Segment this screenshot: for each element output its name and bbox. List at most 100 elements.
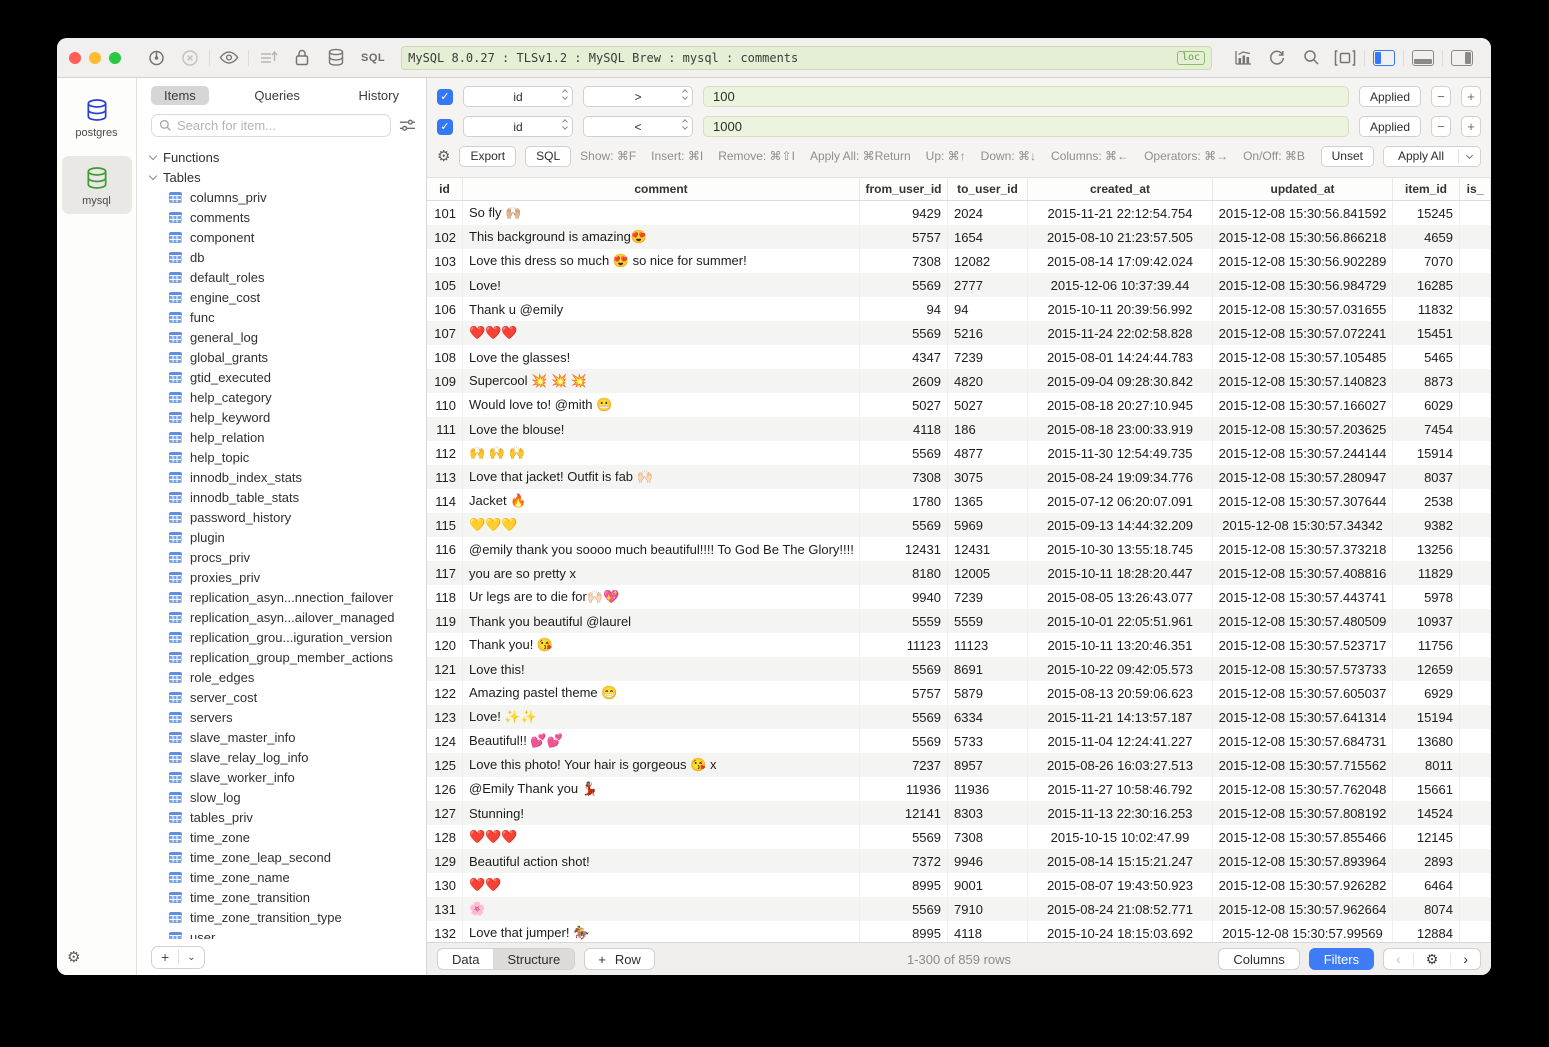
cell[interactable]: Stunning! xyxy=(463,801,860,825)
cell[interactable]: 119 xyxy=(427,609,463,633)
table-row[interactable]: 129Beautiful action shot!737299462015-08… xyxy=(427,849,1491,873)
cell[interactable]: 2015-12-08 15:30:57.203625 xyxy=(1213,417,1393,441)
cell[interactable]: 116 xyxy=(427,537,463,561)
table-row[interactable]: 112🙌 🙌 🙌556948772015-11-30 12:54:49.7352… xyxy=(427,441,1491,465)
tree-group-functions[interactable]: Functions xyxy=(147,147,426,167)
cell[interactable]: 6929 xyxy=(1393,681,1460,705)
cell[interactable]: 2015-11-21 14:13:57.187 xyxy=(1028,705,1213,729)
cell[interactable]: 124 xyxy=(427,729,463,753)
table-row[interactable]: 102This background is amazing😍5757165420… xyxy=(427,225,1491,249)
remove-filter-button[interactable]: − xyxy=(1431,86,1451,107)
tab-items[interactable]: Items xyxy=(151,86,209,105)
cell[interactable]: 9382 xyxy=(1393,513,1460,537)
sidebar-table-item[interactable]: server_cost xyxy=(147,687,426,707)
cell[interactable]: ❤️❤️ xyxy=(463,873,860,897)
sidebar-table-item[interactable]: time_zone_transition_type xyxy=(147,907,426,927)
add-row-button[interactable]: + Row xyxy=(584,948,655,970)
cell[interactable]: 2538 xyxy=(1393,489,1460,513)
filter-column-select[interactable]: id xyxy=(463,86,573,107)
cell[interactable] xyxy=(1460,633,1491,657)
cell[interactable]: 7308 xyxy=(860,249,948,273)
cell[interactable]: 8074 xyxy=(1393,897,1460,921)
table-row[interactable]: 103Love this dress so much 😍 so nice for… xyxy=(427,249,1491,273)
sidebar-table-item[interactable]: component xyxy=(147,227,426,247)
cell[interactable]: 8873 xyxy=(1393,369,1460,393)
table-row[interactable]: 110Would love to! @mith 😬502750272015-08… xyxy=(427,393,1491,417)
cell[interactable]: 15194 xyxy=(1393,705,1460,729)
cell[interactable]: Thank u @emily xyxy=(463,297,860,321)
cell[interactable] xyxy=(1460,681,1491,705)
cell[interactable]: 5027 xyxy=(860,393,948,417)
cell[interactable]: 2777 xyxy=(948,273,1028,297)
cell[interactable]: 7070 xyxy=(1393,249,1460,273)
cell[interactable]: 8995 xyxy=(860,921,948,942)
cell[interactable]: Love that jacket! Outfit is fab 🙌🏻 xyxy=(463,465,860,489)
cell[interactable]: 🙌 🙌 🙌 xyxy=(463,441,860,465)
table-row[interactable]: 126@Emily Thank you 💃🏽11936119362015-11-… xyxy=(427,777,1491,801)
cell[interactable]: 2015-12-08 15:30:57.443741 xyxy=(1213,585,1393,609)
cell[interactable]: 12082 xyxy=(948,249,1028,273)
cell[interactable]: 10937 xyxy=(1393,609,1460,633)
refresh-icon[interactable] xyxy=(1260,47,1294,69)
cell[interactable]: 114 xyxy=(427,489,463,513)
cell[interactable]: 2015-12-08 15:30:57.244144 xyxy=(1213,441,1393,465)
cell[interactable]: 8691 xyxy=(948,657,1028,681)
table-row[interactable]: 122Amazing pastel theme 😁575758792015-08… xyxy=(427,681,1491,705)
toggle-left-panel-icon[interactable] xyxy=(1367,47,1401,69)
sidebar-table-item[interactable]: plugin xyxy=(147,527,426,547)
cell[interactable]: 129 xyxy=(427,849,463,873)
filter-applied-button[interactable]: Applied xyxy=(1359,86,1421,107)
cell[interactable]: Love this dress so much 😍 so nice for su… xyxy=(463,249,860,273)
cell[interactable]: 2015-12-08 15:30:57.715562 xyxy=(1213,753,1393,777)
cell[interactable]: 5569 xyxy=(860,705,948,729)
cell[interactable]: 127 xyxy=(427,801,463,825)
cell[interactable]: 2015-09-04 09:28:30.842 xyxy=(1028,369,1213,393)
cell[interactable]: 11756 xyxy=(1393,633,1460,657)
cell[interactable] xyxy=(1460,609,1491,633)
search-input[interactable] xyxy=(177,118,383,133)
cell[interactable]: 9001 xyxy=(948,873,1028,897)
cell[interactable]: 8037 xyxy=(1393,465,1460,489)
cell[interactable] xyxy=(1460,369,1491,393)
columns-button[interactable]: Columns xyxy=(1218,948,1299,970)
cell[interactable]: 2015-08-18 23:00:33.919 xyxy=(1028,417,1213,441)
cell[interactable]: Jacket 🔥 xyxy=(463,489,860,513)
sidebar-table-item[interactable]: slave_relay_log_info xyxy=(147,747,426,767)
cell[interactable]: 2015-12-08 15:30:57.605037 xyxy=(1213,681,1393,705)
zoom-button[interactable] xyxy=(109,52,121,64)
filter-settings-gear-icon[interactable]: ⚙ xyxy=(437,149,450,164)
table-row[interactable]: 120Thank you! 😘11123111232015-10-11 13:2… xyxy=(427,633,1491,657)
filter-applied-button[interactable]: Applied xyxy=(1359,116,1421,137)
cell[interactable]: 102 xyxy=(427,225,463,249)
cell[interactable] xyxy=(1460,537,1491,561)
cell[interactable]: 117 xyxy=(427,561,463,585)
cell[interactable]: 5978 xyxy=(1393,585,1460,609)
cell[interactable]: 5027 xyxy=(948,393,1028,417)
table-row[interactable]: 117you are so pretty x8180120052015-10-1… xyxy=(427,561,1491,585)
cell[interactable]: 16285 xyxy=(1393,273,1460,297)
lock-icon[interactable] xyxy=(285,47,319,69)
cell[interactable]: 12884 xyxy=(1393,921,1460,942)
sql-editor-icon[interactable]: SQL xyxy=(361,52,385,64)
cell[interactable]: 2015-12-08 15:30:57.855466 xyxy=(1213,825,1393,849)
sidebar-table-item[interactable]: time_zone xyxy=(147,827,426,847)
cell[interactable]: 2015-12-08 15:30:56.984729 xyxy=(1213,273,1393,297)
cell[interactable] xyxy=(1460,297,1491,321)
cell[interactable]: 107 xyxy=(427,321,463,345)
cell[interactable]: 12659 xyxy=(1393,657,1460,681)
cell[interactable]: 2015-08-24 19:09:34.776 xyxy=(1028,465,1213,489)
table-row[interactable]: 119Thank you beautiful @laurel5559555920… xyxy=(427,609,1491,633)
cell[interactable]: 11123 xyxy=(860,633,948,657)
apply-all-button[interactable]: Apply All xyxy=(1383,146,1481,167)
cell[interactable]: Love! ✨✨ xyxy=(463,705,860,729)
cell[interactable]: 108 xyxy=(427,345,463,369)
cell[interactable]: 12141 xyxy=(860,801,948,825)
cell[interactable]: 5569 xyxy=(860,729,948,753)
cell[interactable]: 2015-08-24 21:08:52.771 xyxy=(1028,897,1213,921)
cell[interactable]: 5559 xyxy=(860,609,948,633)
cell[interactable]: 5216 xyxy=(948,321,1028,345)
cell[interactable]: 2015-12-08 15:30:57.408816 xyxy=(1213,561,1393,585)
cell[interactable]: 7910 xyxy=(948,897,1028,921)
cell[interactable]: 4118 xyxy=(948,921,1028,942)
cell[interactable]: 2015-12-08 15:30:57.105485 xyxy=(1213,345,1393,369)
